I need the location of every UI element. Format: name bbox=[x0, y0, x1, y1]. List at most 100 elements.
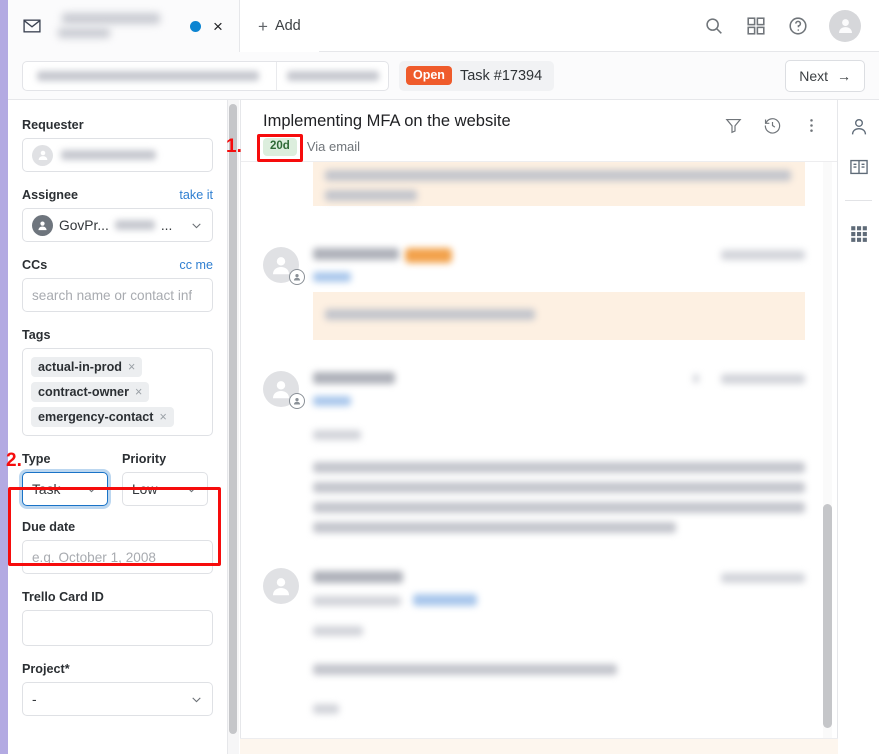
tags-field: Tags actual-in-prod × contract-owner × e… bbox=[22, 328, 213, 436]
requester-input[interactable] bbox=[22, 138, 213, 172]
right-icon-rail bbox=[838, 100, 879, 754]
apps-grid-icon[interactable] bbox=[745, 15, 767, 37]
tab-active-email[interactable]: × bbox=[8, 0, 240, 52]
avatar bbox=[32, 214, 53, 236]
requester-label: Requester bbox=[22, 118, 84, 132]
requester-value-redacted bbox=[61, 150, 156, 160]
tab-title-redacted bbox=[50, 9, 182, 43]
unread-dot-icon bbox=[190, 20, 201, 32]
add-tab-button[interactable]: + Add bbox=[240, 0, 319, 52]
app-root: × + Add Open Task #17394 Next → Requeste… bbox=[0, 0, 879, 754]
tag-chip[interactable]: emergency-contact × bbox=[31, 407, 174, 427]
tag-label: actual-in-prod bbox=[38, 360, 122, 374]
composer-strip[interactable] bbox=[240, 738, 838, 754]
close-icon[interactable]: × bbox=[128, 360, 135, 374]
header-actions bbox=[703, 0, 879, 51]
trello-card-input[interactable] bbox=[22, 610, 213, 646]
message-thread[interactable] bbox=[241, 162, 837, 754]
priority-field: Priority Low bbox=[122, 452, 208, 506]
user-avatar[interactable] bbox=[829, 9, 861, 42]
breadcrumb-bar: Open Task #17394 Next → bbox=[8, 52, 879, 100]
envelope-icon bbox=[22, 16, 42, 36]
assignee-select[interactable]: GovPr... ... bbox=[22, 208, 213, 242]
chevron-down-icon bbox=[85, 483, 98, 496]
tab-bar-spacer bbox=[318, 0, 703, 51]
more-vertical-icon[interactable] bbox=[802, 116, 821, 135]
task-status-pill[interactable]: Open Task #17394 bbox=[399, 60, 555, 91]
ccs-input[interactable]: search name or contact inf bbox=[22, 278, 213, 312]
conversation-header-left: Implementing MFA on the website 20d Via … bbox=[263, 112, 724, 156]
plus-icon: + bbox=[258, 16, 268, 36]
type-value: Task bbox=[32, 481, 61, 497]
help-circle-icon[interactable] bbox=[787, 15, 809, 37]
ccs-placeholder: search name or contact inf bbox=[32, 287, 193, 303]
message-collapse-icon-redacted bbox=[693, 374, 699, 383]
message-author-redacted bbox=[313, 248, 399, 260]
next-label: Next bbox=[799, 67, 828, 84]
next-button[interactable]: Next → bbox=[785, 59, 865, 92]
assignee-value-suffix: ... bbox=[160, 217, 173, 233]
status-badge: Open bbox=[406, 66, 452, 85]
person-badge-icon bbox=[289, 393, 305, 409]
add-tab-label: Add bbox=[274, 18, 301, 34]
due-date-input[interactable]: e.g. October 1, 2008 bbox=[22, 540, 213, 574]
conversation-panel: Implementing MFA on the website 20d Via … bbox=[240, 100, 838, 754]
requester-field: Requester bbox=[22, 118, 213, 172]
age-badge: 20d bbox=[263, 138, 297, 156]
type-select[interactable]: Task bbox=[22, 472, 108, 506]
message-author-redacted bbox=[313, 571, 403, 583]
tag-label: emergency-contact bbox=[38, 410, 154, 424]
message-signoff-redacted bbox=[313, 704, 339, 714]
tags-container[interactable]: actual-in-prod × contract-owner × emerge… bbox=[22, 348, 213, 436]
chevron-down-icon bbox=[185, 483, 198, 496]
tag-chip[interactable]: actual-in-prod × bbox=[31, 357, 143, 377]
person-icon[interactable] bbox=[848, 116, 870, 138]
chevron-down-icon bbox=[190, 219, 203, 232]
assignee-field: Assignee take it GovPr... ... bbox=[22, 188, 213, 242]
conversation-meta: 20d Via email bbox=[263, 138, 724, 156]
message-author-badge-redacted bbox=[405, 248, 452, 263]
type-label: Type bbox=[22, 452, 51, 466]
history-icon[interactable] bbox=[763, 116, 782, 135]
sidebar-scrollbar-thumb[interactable] bbox=[229, 104, 237, 734]
source-label: Via email bbox=[306, 139, 361, 155]
due-date-field: Due date e.g. October 1, 2008 bbox=[22, 520, 213, 574]
thread-scrollbar-thumb[interactable] bbox=[823, 504, 832, 728]
tag-label: contract-owner bbox=[38, 385, 129, 399]
apps-grid-icon[interactable] bbox=[848, 223, 870, 245]
priority-select[interactable]: Low bbox=[122, 472, 208, 506]
message-timestamp-redacted bbox=[721, 573, 805, 583]
project-label: Project* bbox=[22, 662, 70, 676]
close-icon[interactable]: × bbox=[135, 385, 142, 399]
close-icon[interactable]: × bbox=[159, 410, 166, 424]
project-field: Project* - bbox=[22, 662, 213, 716]
cc-me-link[interactable]: cc me bbox=[179, 258, 213, 272]
priority-value: Low bbox=[132, 481, 158, 497]
contact-card-icon[interactable] bbox=[848, 156, 870, 178]
task-id-label: Task #17394 bbox=[459, 67, 543, 84]
ticket-properties-sidebar: Requester Assignee take it GovPr... ... … bbox=[8, 100, 228, 754]
ccs-field: CCs cc me search name or contact inf bbox=[22, 258, 213, 312]
tags-label: Tags bbox=[22, 328, 51, 342]
breadcrumb-item-redacted-2[interactable] bbox=[276, 61, 388, 90]
type-field: Type Task bbox=[22, 452, 108, 506]
avatar bbox=[32, 144, 53, 166]
search-icon[interactable] bbox=[703, 15, 725, 37]
tag-chip[interactable]: contract-owner × bbox=[31, 382, 150, 402]
project-select[interactable]: - bbox=[22, 682, 213, 716]
message-body-redacted bbox=[313, 664, 617, 675]
assignee-label: Assignee bbox=[22, 188, 78, 202]
take-it-link[interactable]: take it bbox=[179, 188, 213, 202]
window-edge-accent bbox=[0, 0, 8, 754]
conversation-header-actions bbox=[724, 112, 821, 135]
filter-icon[interactable] bbox=[724, 116, 743, 135]
breadcrumb-item-redacted-1[interactable] bbox=[23, 62, 276, 90]
priority-label: Priority bbox=[122, 452, 167, 466]
message-link-redacted bbox=[413, 594, 477, 606]
message-subject-redacted bbox=[313, 596, 401, 606]
assignee-value: GovPr... bbox=[59, 217, 109, 233]
close-icon[interactable]: × bbox=[209, 17, 227, 35]
message-greeting-redacted bbox=[313, 626, 363, 636]
rail-divider bbox=[845, 200, 872, 201]
message-body-redacted bbox=[313, 462, 805, 473]
